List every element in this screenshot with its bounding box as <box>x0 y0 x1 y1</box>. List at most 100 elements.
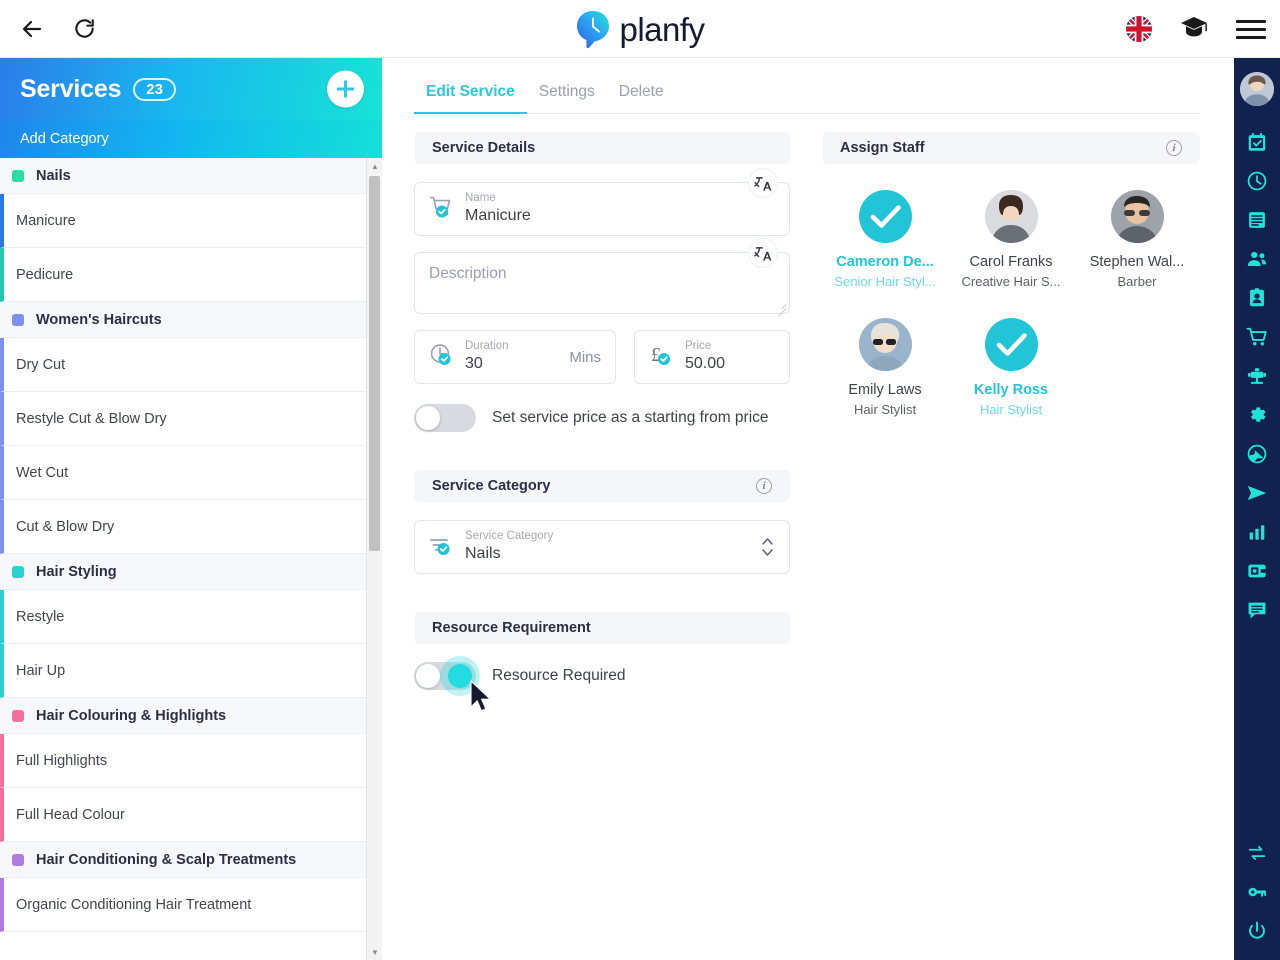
staff-card[interactable]: Stephen Wal... Barber <box>1074 190 1200 290</box>
service-description-field[interactable]: Description <box>414 239 790 314</box>
service-list-item[interactable]: Full Highlights <box>0 734 382 788</box>
key-icon[interactable] <box>1234 872 1280 911</box>
scroll-down-arrow-icon[interactable]: ▼ <box>367 944 382 960</box>
add-service-button[interactable] <box>327 70 364 108</box>
gear-icon[interactable] <box>1234 395 1280 434</box>
uk-flag-icon[interactable] <box>1126 16 1152 42</box>
service-name-input[interactable]: Manicure <box>465 206 775 227</box>
duration-label: Duration <box>465 339 509 352</box>
shopping-cart-icon[interactable] <box>1234 317 1280 356</box>
duration-input[interactable]: 30 <box>465 354 569 375</box>
service-category-select[interactable]: Service Category Nails <box>414 520 790 574</box>
service-category-header: Service Category i <box>414 470 790 502</box>
services-header: Services 23 <box>0 58 382 120</box>
planfy-logo[interactable]: planfy <box>575 9 705 49</box>
globe-icon[interactable] <box>1234 434 1280 473</box>
tab-edit-service[interactable]: Edit Service <box>414 83 527 114</box>
price-body: Price 50.00 <box>685 340 775 375</box>
staff-card[interactable]: Kelly Ross Hair Stylist <box>948 318 1074 418</box>
service-list-item[interactable]: Wet Cut <box>0 446 382 500</box>
salon-chair-icon[interactable] <box>1234 356 1280 395</box>
transfer-icon[interactable] <box>1234 833 1280 872</box>
service-category-title: Service Category <box>432 478 551 494</box>
translate-icon[interactable] <box>749 169 777 197</box>
service-description-input[interactable]: Description <box>429 265 775 283</box>
service-category-body: Service Category Nails <box>465 530 775 565</box>
power-icon[interactable] <box>1234 911 1280 950</box>
staff-card[interactable]: Emily Laws Hair Stylist <box>822 318 948 418</box>
price-input[interactable]: 50.00 <box>685 354 775 375</box>
staff-role: Hair Stylist <box>979 401 1043 417</box>
service-list[interactable]: Nails Manicure Pedicure Women's Haircuts Dry… <box>0 158 382 960</box>
service-list-item[interactable]: Organic Conditioning Hair Treatment <box>0 878 382 932</box>
scroll-up-arrow-icon[interactable]: ▲ <box>367 158 382 174</box>
service-category-row[interactable]: Women's Haircuts <box>0 302 382 338</box>
service-category-row[interactable]: Nails <box>0 158 382 194</box>
service-list-item[interactable]: Cut & Blow Dry <box>0 500 382 554</box>
scrollbar-thumb[interactable] <box>369 176 380 551</box>
info-icon[interactable]: i <box>1166 140 1182 156</box>
service-list-item[interactable]: Hair Up <box>0 644 382 698</box>
contact-card-icon[interactable] <box>1234 278 1280 317</box>
staff-role: Senior Hair Styl... <box>834 273 936 289</box>
category-name: Nails <box>36 167 71 184</box>
add-category-label: Add Category <box>20 131 109 147</box>
add-category-button[interactable]: Add Category <box>0 120 382 158</box>
service-category-value[interactable]: Nails <box>465 544 775 565</box>
resource-required-toggle[interactable] <box>414 656 480 696</box>
app-icon-rail <box>1234 58 1280 960</box>
service-details-header: Service Details <box>414 132 790 164</box>
toggle-knob <box>416 664 440 688</box>
staff-card[interactable]: Cameron De... Senior Hair Styl... <box>822 190 948 290</box>
back-button[interactable] <box>12 9 52 49</box>
bar-chart-icon[interactable] <box>1234 512 1280 551</box>
category-color-swatch <box>12 709 24 722</box>
click-ripple-core <box>448 664 472 688</box>
page-title: Services <box>20 74 122 103</box>
info-icon[interactable]: i <box>756 478 772 494</box>
service-list-item[interactable]: Restyle <box>0 590 382 644</box>
staff-card[interactable]: Carol Franks Creative Hair S... <box>948 190 1074 290</box>
duration-body: Duration 30 <box>465 340 569 375</box>
tab-delete[interactable]: Delete <box>607 83 676 113</box>
service-name-field[interactable]: Name Manicure <box>414 169 790 236</box>
category-color-swatch <box>12 853 24 866</box>
user-avatar[interactable] <box>1240 72 1274 106</box>
resource-required-label: Resource Required <box>492 667 626 684</box>
service-category-row[interactable]: Hair Conditioning & Scalp Treatments <box>0 842 382 878</box>
calendar-check-icon[interactable] <box>1234 122 1280 161</box>
staff-selected-check-icon <box>858 190 912 243</box>
category-name: Women's Haircuts <box>36 311 162 328</box>
service-name-label: Name <box>465 191 496 204</box>
service-list-item[interactable]: Pedicure <box>0 248 382 302</box>
starting-price-toggle[interactable] <box>414 404 476 432</box>
service-list-item[interactable]: Restyle Cut & Blow Dry <box>0 392 382 446</box>
tab-settings[interactable]: Settings <box>527 83 607 113</box>
wallet-icon[interactable] <box>1234 551 1280 590</box>
people-icon[interactable] <box>1234 239 1280 278</box>
textarea-resize-handle[interactable] <box>776 300 786 310</box>
staff-role: Creative Hair S... <box>961 273 1061 289</box>
price-field[interactable]: £ Price 50.00 <box>634 330 790 384</box>
graduation-cap-icon[interactable] <box>1180 15 1208 44</box>
assign-staff-header: Assign Staff i <box>822 132 1200 164</box>
hamburger-menu-icon[interactable] <box>1236 15 1266 44</box>
starting-price-toggle-row: Set service price as a starting from pri… <box>414 404 790 432</box>
send-icon[interactable] <box>1234 473 1280 512</box>
service-list-scrollbar[interactable]: ▲ ▼ <box>366 158 382 960</box>
clock-icon[interactable] <box>1234 161 1280 200</box>
service-list-item[interactable]: Manicure <box>0 194 382 248</box>
reload-button[interactable] <box>64 9 104 49</box>
pound-sterling-icon: £ <box>649 342 679 373</box>
duration-field[interactable]: Duration 30 Mins <box>414 330 616 384</box>
service-list-item[interactable]: Dry Cut <box>0 338 382 392</box>
chat-icon[interactable] <box>1234 590 1280 629</box>
service-category-row[interactable]: Hair Colouring & Highlights <box>0 698 382 734</box>
browser-toolbar: planfy <box>0 0 1280 58</box>
service-list-item[interactable]: Full Head Colour <box>0 788 382 842</box>
receipt-list-icon[interactable] <box>1234 200 1280 239</box>
translate-icon[interactable] <box>749 239 777 267</box>
chevron-up-down-icon[interactable] <box>762 538 773 556</box>
service-category-row[interactable]: Hair Styling <box>0 554 382 590</box>
service-details-title: Service Details <box>432 140 536 156</box>
